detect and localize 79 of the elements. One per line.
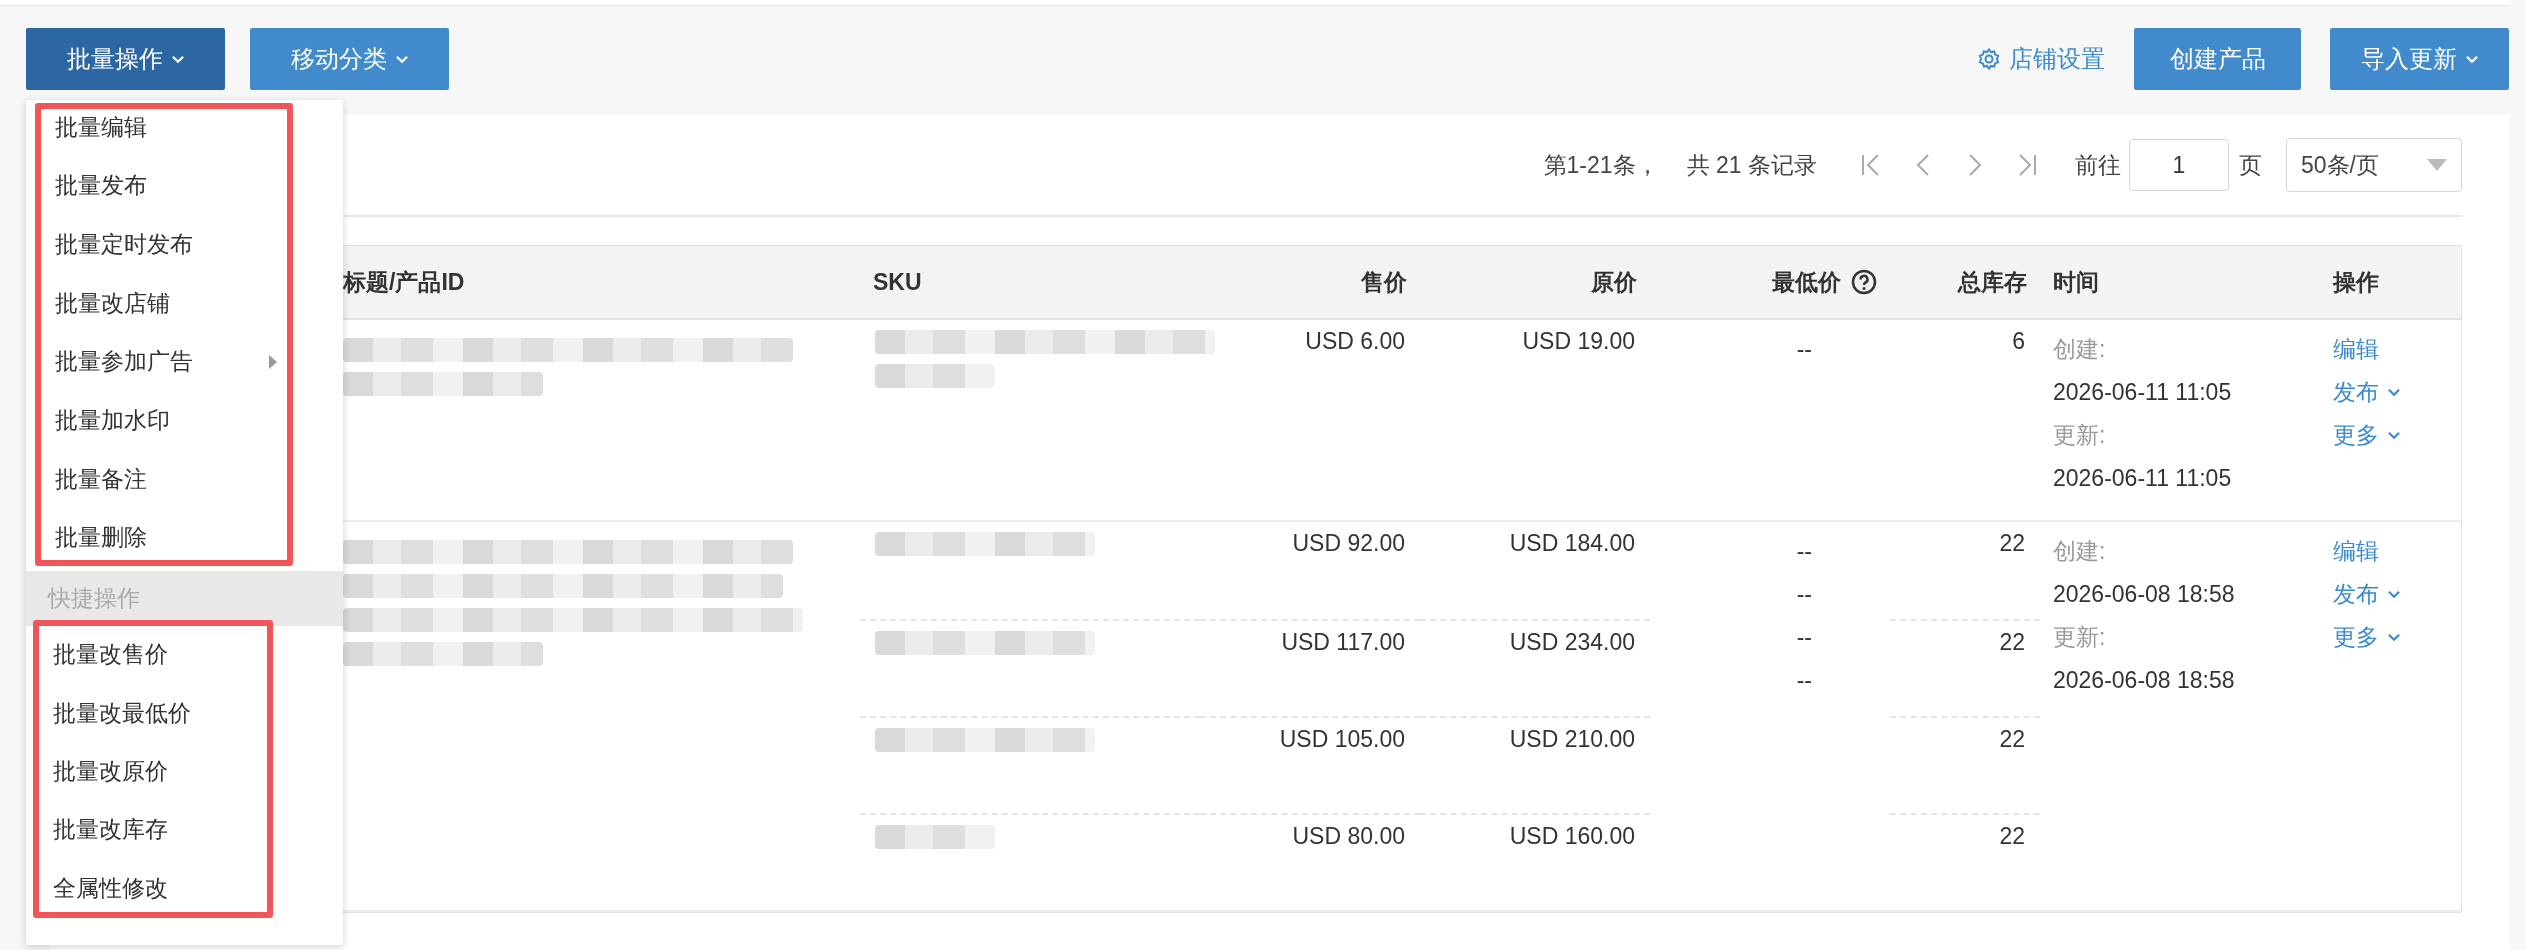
chevron-down-icon bbox=[2464, 54, 2479, 64]
updated-time: 2026-06-08 18:58 bbox=[2053, 666, 2236, 695]
action-link[interactable]: 更多 bbox=[2333, 414, 2401, 457]
last-page-button[interactable] bbox=[2016, 152, 2038, 178]
price-text: USD 184.00 bbox=[1509, 530, 1635, 556]
create-button[interactable]: 创建产品 bbox=[2134, 28, 2301, 90]
price-text: USD 19.00 bbox=[1522, 328, 1635, 354]
created-label: 创建: bbox=[2053, 335, 2107, 364]
menu-item[interactable]: 批量删除 bbox=[41, 519, 287, 556]
goto-label: 前往 bbox=[2075, 150, 2121, 180]
menu-item[interactable]: 批量改原价 bbox=[39, 753, 267, 790]
dropdown-triangle-icon bbox=[2427, 159, 2447, 171]
created-label: 创建: bbox=[2053, 537, 2107, 566]
column-header: 总库存 bbox=[1958, 267, 2027, 297]
page-unit: 页 bbox=[2239, 150, 2262, 180]
min-price-text: -- bbox=[1796, 624, 1812, 650]
page-size-select[interactable]: 50条/页 bbox=[2286, 138, 2462, 192]
column-header: 标题/产品ID bbox=[343, 267, 465, 297]
chevron-down-icon bbox=[170, 54, 185, 64]
min-price-text: -- bbox=[1796, 667, 1812, 693]
stock-text: 22 bbox=[1999, 726, 2025, 752]
min-price-text: -- bbox=[1796, 538, 1812, 564]
price-text: USD 80.00 bbox=[1292, 823, 1405, 849]
submenu-caret-icon bbox=[269, 354, 277, 369]
min-price-text: -- bbox=[1796, 336, 1812, 362]
action-link[interactable]: 发布 bbox=[2333, 573, 2401, 616]
column-header: 操作 bbox=[2333, 267, 2379, 297]
help-icon bbox=[1851, 269, 1877, 295]
menu-item[interactable]: 批量备注 bbox=[41, 461, 287, 498]
menu-section-header: 快捷操作 bbox=[26, 570, 343, 626]
price-text: USD 234.00 bbox=[1509, 629, 1635, 655]
price-text: USD 160.00 bbox=[1509, 823, 1635, 849]
menu-item[interactable]: 批量编辑 bbox=[41, 109, 287, 145]
action-link[interactable]: 编辑 bbox=[2333, 328, 2379, 371]
dropdown-button[interactable]: 批量操作 bbox=[26, 28, 225, 90]
menu-item[interactable]: 全属性修改 bbox=[39, 870, 267, 906]
chevron-down-icon bbox=[2387, 388, 2401, 397]
price-text: USD 6.00 bbox=[1305, 328, 1405, 354]
menu-item[interactable]: 批量改库存 bbox=[39, 811, 267, 848]
action-link[interactable]: 发布 bbox=[2333, 371, 2401, 414]
price-text: USD 92.00 bbox=[1292, 530, 1405, 556]
menu-item[interactable]: 批量改售价 bbox=[39, 636, 267, 673]
column-header: SKU bbox=[873, 268, 922, 296]
price-text: USD 105.00 bbox=[1279, 726, 1405, 752]
page-input[interactable]: 1 bbox=[2129, 139, 2229, 191]
menu-item[interactable]: 批量改最低价 bbox=[39, 695, 267, 732]
menu-item[interactable]: 批量定时发布 bbox=[41, 226, 287, 263]
dropdown-button[interactable]: 导入更新 bbox=[2330, 28, 2509, 90]
updated-label: 更新: bbox=[2053, 421, 2107, 450]
menu-item[interactable]: 批量发布 bbox=[41, 167, 287, 204]
menu-item[interactable]: 批量参加广告 bbox=[41, 343, 287, 380]
stock-text: 22 bbox=[1999, 823, 2025, 849]
column-header: 最低价 bbox=[1772, 267, 1841, 297]
first-page-button[interactable] bbox=[1860, 152, 1882, 178]
created-time: 2026-06-11 11:05 bbox=[2053, 378, 2233, 407]
action-link[interactable]: 编辑 bbox=[2333, 530, 2379, 573]
menu-item[interactable]: 批量加水印 bbox=[41, 402, 287, 439]
chevron-down-icon bbox=[394, 54, 409, 64]
stock-text: 22 bbox=[1999, 629, 2025, 655]
column-header: 原价 bbox=[1591, 267, 1637, 297]
created-time: 2026-06-08 18:58 bbox=[2053, 580, 2236, 609]
column-header: 时间 bbox=[2053, 267, 2099, 297]
price-text: USD 210.00 bbox=[1509, 726, 1635, 752]
chevron-down-icon bbox=[2387, 431, 2401, 440]
dropdown-button[interactable]: 移动分类 bbox=[250, 28, 449, 90]
updated-label: 更新: bbox=[2053, 623, 2107, 652]
column-header: 售价 bbox=[1361, 267, 1407, 297]
menu-item[interactable]: 批量改店铺 bbox=[41, 285, 287, 322]
stock-text: 6 bbox=[2012, 328, 2025, 354]
range-text: 第1-21条， bbox=[1543, 150, 1659, 180]
chevron-down-icon bbox=[2387, 633, 2401, 642]
settings-icon bbox=[1977, 47, 2001, 71]
stock-text: 22 bbox=[1999, 530, 2025, 556]
min-price-text: -- bbox=[1796, 581, 1812, 607]
updated-time: 2026-06-11 11:05 bbox=[2053, 464, 2233, 493]
price-text: USD 117.00 bbox=[1281, 629, 1405, 655]
total-count: 共 21 条记录 bbox=[1686, 150, 1817, 180]
chevron-down-icon bbox=[2387, 590, 2401, 599]
action-link[interactable]: 更多 bbox=[2333, 616, 2401, 659]
